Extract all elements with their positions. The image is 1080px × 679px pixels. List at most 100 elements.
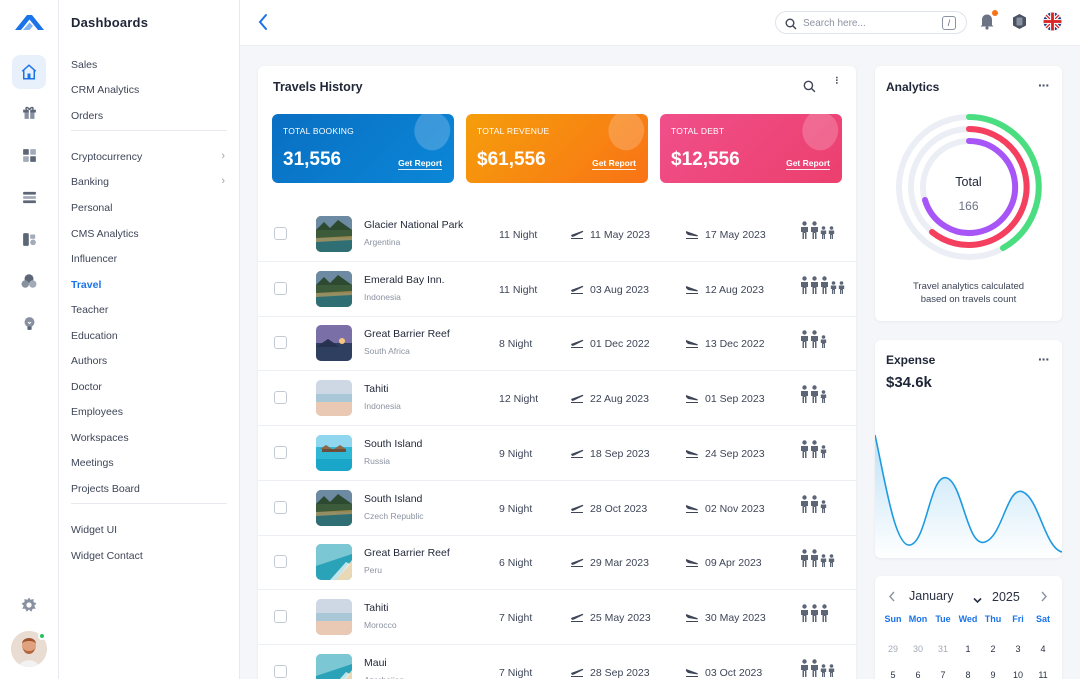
more-horizontal-icon[interactable]: ··· bbox=[1038, 77, 1050, 93]
table-row[interactable]: South Island Russia 9 Night 18 Sep 2023 24 S… bbox=[258, 426, 856, 481]
weekday-label: Mon bbox=[908, 614, 928, 624]
expense-card: Expense ··· $34.6k bbox=[875, 340, 1062, 558]
layers-icon[interactable] bbox=[12, 180, 46, 214]
chevron-down-icon[interactable] bbox=[973, 591, 982, 609]
more-horizontal-icon[interactable]: ··· bbox=[1038, 351, 1050, 367]
sidebar-item-education[interactable]: Education bbox=[71, 330, 227, 342]
sidebar-item-travel[interactable]: Travel bbox=[71, 279, 227, 291]
nights-count: 8 Night bbox=[499, 338, 533, 351]
calendar-day[interactable]: 2 bbox=[983, 644, 1003, 654]
arrival-date-text: 30 May 2023 bbox=[705, 611, 766, 624]
apps-icon[interactable] bbox=[1011, 13, 1028, 35]
calendar-day[interactable]: 31 bbox=[933, 644, 953, 654]
table-row[interactable]: Emerald Bay Inn. Indonesia 11 Night 03 Aug … bbox=[258, 262, 856, 317]
decorative-blob bbox=[601, 114, 648, 156]
travelers-group bbox=[800, 604, 829, 627]
get-report-link[interactable]: Get Report bbox=[398, 158, 442, 170]
gift-icon[interactable] bbox=[12, 95, 46, 129]
calendar-day[interactable]: 11 bbox=[1033, 670, 1053, 679]
home-icon[interactable] bbox=[12, 55, 46, 89]
sidebar-item-banking[interactable]: Banking › bbox=[71, 175, 227, 188]
plane-arrival-icon bbox=[685, 229, 699, 242]
sidebar-item-crm-analytics[interactable]: CRM Analytics bbox=[71, 84, 227, 96]
table-row[interactable]: Great Barrier Reef Peru 6 Night 29 Mar 2023… bbox=[258, 535, 856, 591]
sidebar-item-widget-contact[interactable]: Widget Contact bbox=[71, 550, 227, 562]
sidebar-item-cryptocurrency[interactable]: Cryptocurrency › bbox=[71, 150, 227, 163]
calendar-day[interactable]: 7 bbox=[933, 670, 953, 679]
row-checkbox[interactable] bbox=[274, 555, 287, 569]
next-month-icon[interactable] bbox=[1040, 589, 1048, 607]
calendar-day[interactable]: 29 bbox=[883, 644, 903, 654]
year-input[interactable]: 2025 bbox=[992, 590, 1020, 604]
back-chevron-icon[interactable] bbox=[256, 12, 270, 37]
sidebar-item-employees[interactable]: Employees bbox=[71, 406, 227, 418]
sidebar-item-orders[interactable]: Orders bbox=[71, 110, 227, 122]
sidebar-item-cms-analytics[interactable]: CMS Analytics bbox=[71, 228, 227, 240]
search-icon[interactable] bbox=[803, 80, 816, 98]
prev-month-icon[interactable] bbox=[888, 589, 896, 607]
calendar-day[interactable]: 9 bbox=[983, 670, 1003, 679]
sidebar-item-sales[interactable]: Sales bbox=[71, 59, 227, 71]
sidebar-item-influencer[interactable]: Influencer bbox=[71, 253, 227, 265]
calendar-card: January 2025 Sun Mon Tue Wed Thu Fri Sat 29 30 31… bbox=[875, 576, 1062, 679]
clipboard-icon[interactable] bbox=[12, 222, 46, 256]
table-row[interactable]: Tahiti Indonesia 12 Night 22 Aug 2023 01 Sep… bbox=[258, 371, 856, 427]
widgets-icon[interactable] bbox=[12, 138, 46, 172]
sidebar-item-widget-ui[interactable]: Widget UI bbox=[71, 524, 227, 536]
decorative-blob bbox=[795, 114, 842, 156]
nights-count: 7 Night bbox=[499, 611, 533, 624]
row-checkbox[interactable] bbox=[274, 609, 287, 623]
calendar-day[interactable]: 10 bbox=[1008, 670, 1028, 679]
settings-icon[interactable] bbox=[12, 588, 46, 622]
logo-icon[interactable] bbox=[13, 12, 45, 37]
row-checkbox[interactable] bbox=[274, 445, 287, 459]
row-checkbox[interactable] bbox=[274, 664, 287, 678]
row-checkbox[interactable] bbox=[274, 500, 287, 514]
calendar-day[interactable]: 1 bbox=[958, 644, 978, 654]
row-checkbox[interactable] bbox=[274, 227, 287, 240]
get-report-link[interactable]: Get Report bbox=[592, 158, 636, 170]
sidebar-item-personal[interactable]: Personal bbox=[71, 202, 227, 214]
online-status-dot bbox=[38, 632, 46, 640]
row-checkbox[interactable] bbox=[274, 391, 287, 405]
adult-icon bbox=[800, 385, 809, 408]
sidebar-item-projects-board[interactable]: Projects Board bbox=[71, 483, 227, 495]
search-input[interactable]: Search here... / bbox=[775, 11, 967, 34]
month-select[interactable]: January bbox=[909, 589, 953, 603]
destination-country: Morocco bbox=[364, 619, 397, 630]
sidebar-item-teacher[interactable]: Teacher bbox=[71, 304, 227, 316]
uk-flag-icon[interactable] bbox=[1043, 12, 1062, 36]
row-checkbox[interactable] bbox=[274, 336, 287, 350]
analytics-caption: Travel analytics calculated based on tra… bbox=[912, 281, 1025, 305]
table-row[interactable]: Glacier National Park Argentina 11 Night 11… bbox=[258, 207, 856, 262]
get-report-link[interactable]: Get Report bbox=[786, 158, 830, 170]
calendar-day[interactable]: 3 bbox=[1008, 644, 1028, 654]
sidebar-item-doctor[interactable]: Doctor bbox=[71, 381, 227, 393]
sidebar-item-label: Workspaces bbox=[71, 432, 129, 444]
sidebar-item-meetings[interactable]: Meetings bbox=[71, 457, 227, 469]
weekday-label: Fri bbox=[1012, 614, 1024, 624]
destination-thumbnail bbox=[316, 653, 352, 679]
more-vertical-icon[interactable]: ··· bbox=[830, 76, 842, 84]
calendar-day[interactable]: 30 bbox=[908, 644, 928, 654]
calendar-day[interactable]: 5 bbox=[883, 670, 903, 679]
departure-date-text: 25 May 2023 bbox=[590, 611, 651, 624]
sidebar-item-authors[interactable]: Authors bbox=[71, 355, 227, 367]
calendar-day[interactable]: 6 bbox=[908, 670, 928, 679]
expense-sparkline bbox=[875, 434, 1062, 558]
table-row[interactable]: Tahiti Morocco 7 Night 25 May 2023 30 May 20… bbox=[258, 590, 856, 645]
calendar-day[interactable]: 4 bbox=[1033, 644, 1053, 654]
nights-count: 9 Night bbox=[499, 447, 533, 460]
plane-departure-icon bbox=[570, 667, 584, 679]
sidebar-item-workspaces[interactable]: Workspaces bbox=[71, 432, 227, 444]
calendar-day[interactable]: 8 bbox=[958, 670, 978, 679]
bulb-icon[interactable] bbox=[12, 306, 46, 340]
table-row[interactable]: Great Barrier Reef South Africa 8 Night 01 … bbox=[258, 316, 856, 372]
table-row[interactable]: South Island Czech Republic 9 Night 28 Oct … bbox=[258, 481, 856, 536]
adult-icon bbox=[810, 385, 819, 408]
child-icon bbox=[820, 663, 827, 679]
row-checkbox[interactable] bbox=[274, 281, 287, 295]
arrival-date-text: 17 May 2023 bbox=[705, 229, 766, 241]
table-row[interactable]: Maui Azerbaijan 7 Night 28 Sep 2023 03 Oct 2… bbox=[258, 645, 856, 679]
users-icon[interactable] bbox=[12, 264, 46, 298]
